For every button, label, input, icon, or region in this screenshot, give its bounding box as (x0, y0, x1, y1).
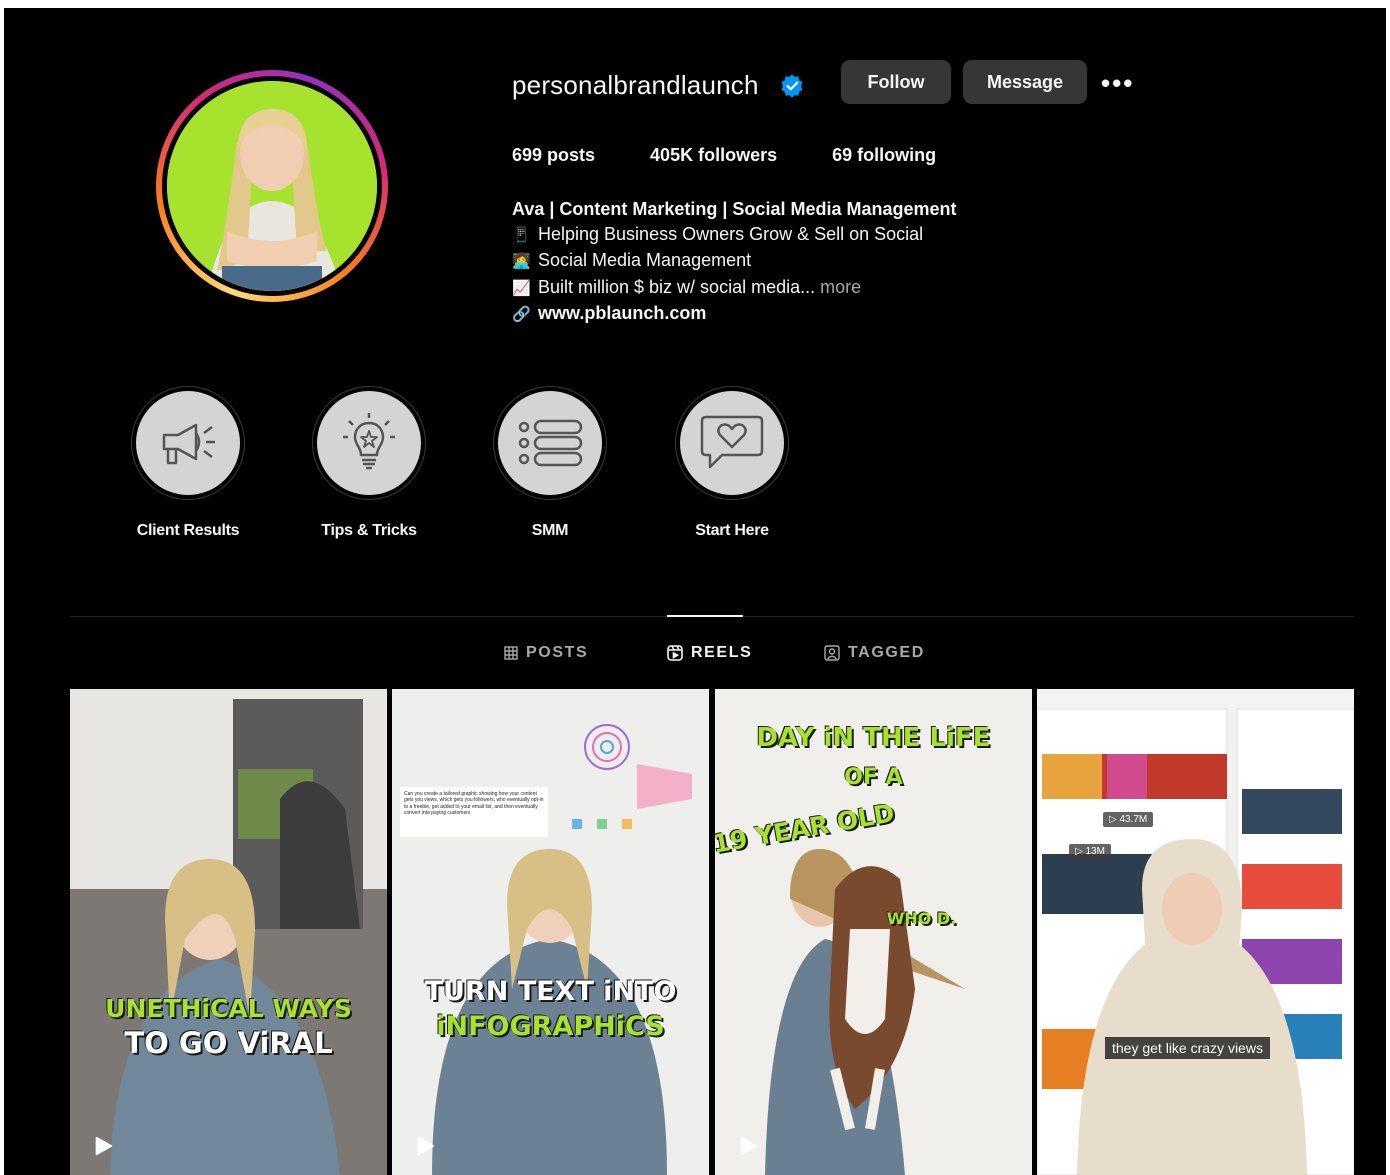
reels-icon (667, 645, 683, 661)
tab-posts[interactable]: POSTS (504, 644, 588, 662)
link-icon: 🔗 (512, 306, 531, 324)
verified-badge-icon (781, 74, 803, 98)
reel-tile-2[interactable]: Can you create a tailored graphic showin… (392, 689, 709, 1175)
reel-caption: they get like crazy views (1105, 1037, 1270, 1059)
reel-tile-3[interactable]: DAY iN THE LiFE OF A 19 YEAR OLD WHO D. (715, 689, 1032, 1175)
grid-icon (504, 646, 518, 660)
view-count-badge: ▷ 43.7M (1103, 812, 1154, 827)
play-icon (417, 1136, 435, 1156)
heart-message-icon (700, 415, 764, 469)
play-icon (740, 1136, 758, 1156)
reel-caption: WHO D. (886, 909, 957, 928)
username[interactable]: personalbrandlaunch (512, 70, 759, 101)
tagged-icon (824, 645, 840, 661)
avatar[interactable] (167, 81, 377, 291)
tab-posts-label: POSTS (526, 644, 589, 661)
reel-caption: DAY iN THE LiFE (756, 723, 991, 753)
highlight-smm[interactable]: SMM (480, 386, 620, 540)
posts-count: 699 posts (512, 145, 596, 165)
highlight-label: Start Here (695, 522, 769, 539)
tab-reels-label: REELS (691, 644, 753, 661)
phone-icon: 📱 (512, 226, 531, 244)
message-button[interactable]: Message (963, 60, 1087, 104)
profile-page: personalbrandlaunch Follow Message ••• 6… (4, 8, 1386, 1175)
view-count-badge: ▷ 13M (1069, 844, 1111, 859)
bio-website-link[interactable]: www.pblaunch.com (538, 303, 706, 323)
reel-tile-1[interactable]: UNETHiCAL WAYS TO GO ViRAL (70, 689, 387, 1175)
bio-more-link[interactable]: more (820, 277, 861, 297)
play-icon (1062, 1136, 1080, 1156)
more-options-icon[interactable]: ••• (1101, 70, 1134, 96)
reel-thumbnail-4 (1037, 689, 1354, 1175)
chart-icon: 📈 (512, 279, 531, 297)
active-tab-indicator (667, 615, 743, 617)
follow-button[interactable]: Follow (841, 60, 951, 104)
reel-caption: iNFOGRAPHiCS (436, 1011, 665, 1042)
bio-name: Ava | Content Marketing | Social Media M… (512, 199, 957, 219)
reel-caption: OF A (844, 765, 903, 790)
play-icon (95, 1136, 113, 1156)
bio: Ava | Content Marketing | Social Media M… (512, 197, 957, 328)
highlight-label: Client Results (136, 522, 240, 539)
profile-stats: 699 posts 405K followers 69 following (512, 145, 991, 166)
megaphone-icon (162, 423, 215, 465)
following-count[interactable]: 69 following (832, 145, 936, 166)
bio-line-1: Helping Business Owners Grow & Sell on S… (538, 223, 924, 244)
reel-note: Can you create a tailored graphic showin… (404, 791, 544, 817)
list-icon (518, 419, 583, 467)
tab-tagged[interactable]: TAGGED (824, 644, 925, 662)
tab-reels[interactable]: REELS (667, 644, 752, 662)
lightbulb-icon (343, 413, 395, 470)
reel-tile-4[interactable]: ▷ 43.7M ▷ 13M they get like crazy views (1037, 689, 1354, 1175)
highlight-label: SMM (531, 522, 569, 539)
followers-count[interactable]: 405K followers (650, 145, 777, 166)
highlight-client-results[interactable]: Client Results (118, 386, 258, 540)
reel-thumbnail-2 (392, 689, 709, 1175)
highlight-start-here[interactable]: Start Here (662, 386, 802, 540)
tab-tagged-label: TAGGED (848, 644, 925, 661)
reel-thumbnail-3 (715, 689, 1032, 1175)
reel-caption: UNETHiCAL WAYS (105, 994, 352, 1023)
story-ring[interactable] (156, 70, 388, 302)
reel-thumbnail-1 (70, 689, 387, 1175)
bio-line-3: Built million $ biz w/ social media... (538, 276, 816, 297)
highlight-tips-tricks[interactable]: Tips & Tricks (299, 386, 439, 540)
reel-caption: TURN TEXT iNTO (424, 976, 677, 1007)
laptop-person-icon: 👩‍💻 (512, 253, 531, 271)
highlight-label: Tips & Tricks (321, 522, 417, 539)
reel-caption: TO GO ViRAL (124, 1026, 333, 1060)
bio-line-2: Social Media Management (538, 250, 752, 271)
